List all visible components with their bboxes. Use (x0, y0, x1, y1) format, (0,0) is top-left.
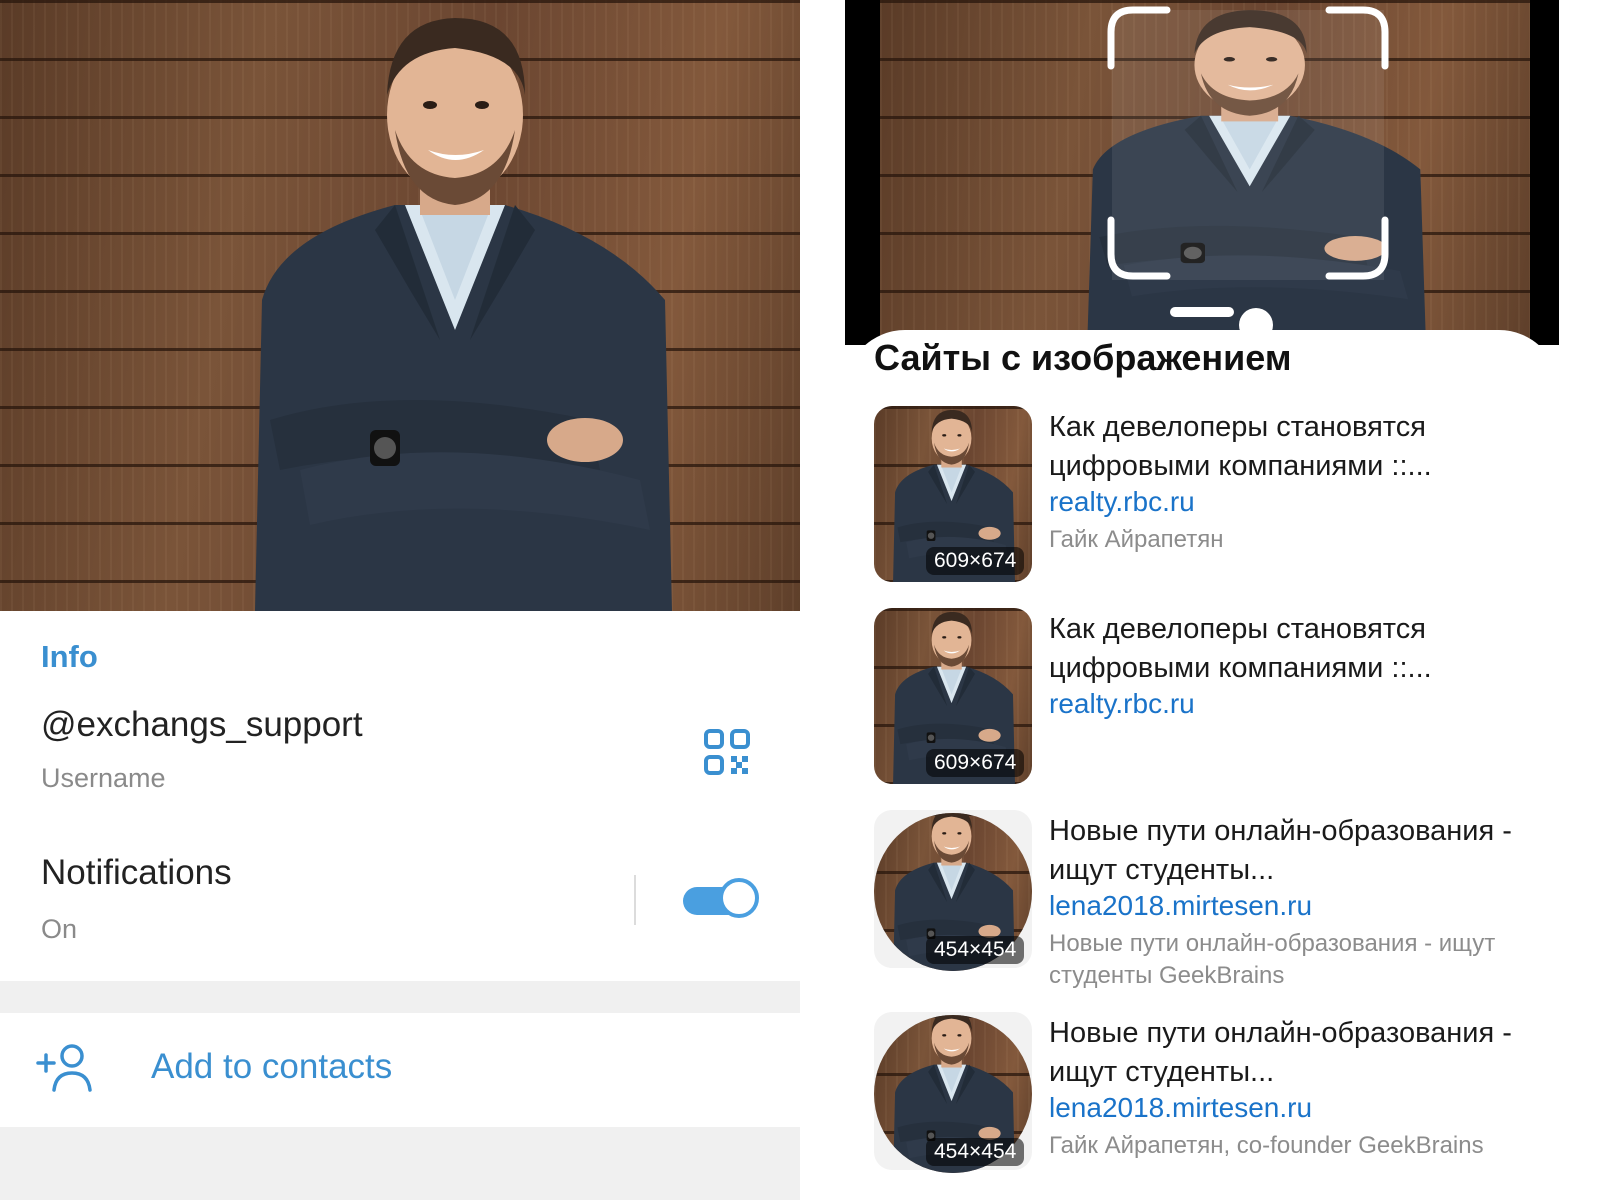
result-description: Гайк Айрапетян, co-founder GeekBrains (1049, 1132, 1484, 1159)
result-item[interactable]: 454×454 Новые пути онлайн-образования - и… (874, 1012, 1574, 1192)
info-section: Info @exchangs_support Username Notifica… (0, 611, 800, 981)
image-dimensions-badge: 454×454 (926, 1138, 1025, 1166)
telegram-profile: Info @exchangs_support Username Notifica… (0, 0, 800, 1200)
image-dimensions-badge: 609×674 (926, 547, 1025, 575)
add-contact-label: Add to contacts (151, 1047, 393, 1086)
divider (634, 875, 636, 925)
add-person-icon (36, 1044, 92, 1092)
result-description: Новые пути онлайн-образования - ищут сту… (1049, 930, 1496, 989)
sheet-grip-handle[interactable] (1170, 307, 1234, 317)
notifications-toggle[interactable] (683, 878, 761, 922)
result-title[interactable]: Как девелоперы становятся цифровыми комп… (1049, 408, 1569, 486)
result-source-link[interactable]: realty.rbc.ru (1049, 486, 1195, 518)
result-title[interactable]: Новые пути онлайн-образования - ищут сту… (1049, 1014, 1569, 1092)
qr-code-icon[interactable] (704, 729, 750, 775)
image-search-panel: Сайты с изображением 609×674 Как девелопе… (845, 0, 1600, 1200)
result-description: Гайк Айрапетян (1049, 526, 1224, 553)
image-dimensions-badge: 609×674 (926, 749, 1025, 777)
image-dimensions-badge: 454×454 (926, 936, 1025, 964)
search-image-preview[interactable] (845, 0, 1559, 345)
section-title: Сайты с изображением (874, 337, 1292, 378)
add-contact-row[interactable]: Add to contacts (0, 1013, 800, 1127)
result-item[interactable]: 609×674 Как девелоперы становятся цифровы… (874, 608, 1574, 788)
result-source-link[interactable]: lena2018.mirtesen.ru (1049, 1092, 1312, 1124)
result-item[interactable]: 609×674 Как девелоперы становятся цифровы… (874, 406, 1574, 586)
notifications-state: On (41, 914, 78, 944)
notifications-label[interactable]: Notifications (41, 853, 232, 893)
username-label: Username (41, 763, 166, 793)
result-title[interactable]: Новые пути онлайн-образования - ищут сту… (1049, 812, 1569, 890)
info-title: Info (41, 639, 98, 674)
crop-frame[interactable] (1107, 6, 1389, 280)
result-source-link[interactable]: lena2018.mirtesen.ru (1049, 890, 1312, 922)
username-value[interactable]: @exchangs_support (41, 705, 363, 745)
toggle-knob (719, 878, 759, 918)
result-item[interactable]: 454×454 Новые пути онлайн-образования - и… (874, 810, 1574, 990)
result-source-link[interactable]: realty.rbc.ru (1049, 688, 1195, 720)
result-title[interactable]: Как девелоперы становятся цифровыми комп… (1049, 610, 1569, 688)
profile-photo[interactable] (0, 0, 800, 611)
